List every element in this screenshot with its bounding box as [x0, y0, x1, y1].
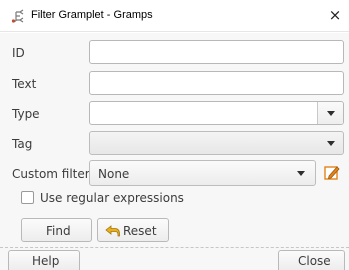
- tag-combo[interactable]: [89, 131, 344, 155]
- text-input[interactable]: [89, 71, 344, 95]
- reset-button-label: Reset: [123, 224, 157, 238]
- type-label: Type: [12, 107, 40, 121]
- id-input[interactable]: [89, 40, 344, 64]
- undo-arrow-icon: [105, 225, 120, 237]
- reset-button[interactable]: Reset: [97, 218, 169, 242]
- text-label: Text: [12, 77, 37, 91]
- custom-filter-value: None: [98, 167, 130, 181]
- chevron-down-icon: [327, 141, 335, 146]
- custom-filter-label: Custom filter: [12, 167, 90, 181]
- close-icon: ×: [328, 6, 342, 24]
- find-button[interactable]: Find: [21, 218, 92, 242]
- gramps-tree-icon: [11, 9, 24, 23]
- edit-filter-button[interactable]: [320, 161, 344, 185]
- use-regex-checkbox[interactable]: [21, 191, 34, 204]
- window-close-button[interactable]: ×: [326, 6, 344, 24]
- close-button-label: Close: [298, 254, 331, 268]
- close-button[interactable]: Close: [278, 250, 345, 270]
- pencil-edit-icon: [324, 166, 340, 180]
- chevron-down-icon: [297, 171, 305, 176]
- window-title: Filter Gramplet - Gramps: [31, 9, 153, 21]
- type-dropdown-button[interactable]: [317, 102, 343, 124]
- help-button[interactable]: Help: [8, 250, 80, 270]
- find-button-label: Find: [46, 224, 71, 238]
- help-button-label: Help: [32, 254, 60, 268]
- custom-filter-combo[interactable]: None: [89, 160, 316, 186]
- type-combo[interactable]: [89, 101, 344, 125]
- separator: [0, 247, 349, 248]
- chevron-down-icon: [327, 111, 335, 116]
- id-label: ID: [12, 46, 25, 60]
- use-regex-label: Use regular expressions: [40, 191, 184, 205]
- tag-label: Tag: [12, 137, 33, 151]
- title-bar: Filter Gramplet - Gramps ×: [0, 0, 349, 32]
